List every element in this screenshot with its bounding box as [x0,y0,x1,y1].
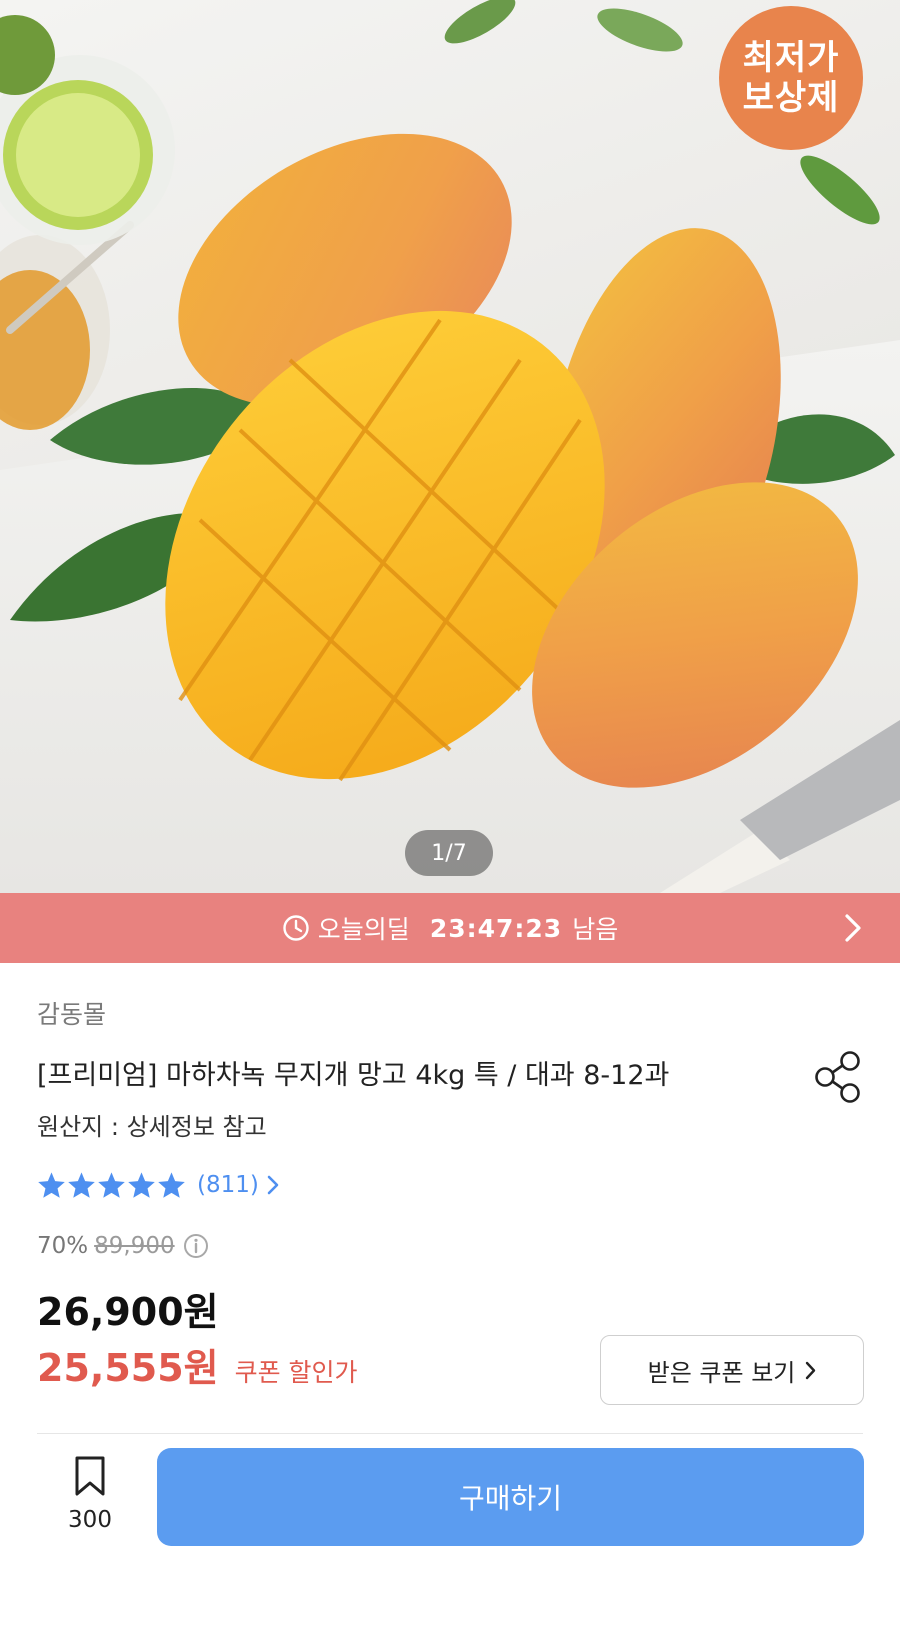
chevron-right-icon[interactable] [844,913,862,943]
original-price-row: 70% 89,900 [37,1233,209,1259]
bookmark-icon [75,1456,105,1496]
view-coupons-label: 받은 쿠폰 보기 [647,1358,796,1387]
product-image-carousel[interactable]: 최저가 보상제 1/7 [0,0,900,893]
coupon-price: 25,555원 [37,1346,219,1390]
origin-info: 원산지 : 상세정보 참고 [37,1113,267,1141]
view-coupons-button[interactable]: 받은 쿠폰 보기 [600,1335,864,1405]
star-rating [37,1171,187,1199]
star-icon [158,1172,185,1198]
image-pager: 1/7 [405,830,493,876]
star-icon [128,1172,155,1198]
info-icon[interactable] [183,1233,209,1259]
coupon-price-label: 쿠폰 할인가 [234,1358,358,1387]
bookmark-count: 300 [68,1507,112,1533]
bookmark-button[interactable]: 300 [55,1455,125,1545]
star-icon [98,1172,125,1198]
badge-line2: 보상제 [742,78,840,118]
review-count[interactable]: (811) [197,1172,259,1198]
deal-label: 오늘의딜 [317,915,410,944]
rating-summary[interactable]: (811) [37,1171,279,1199]
buy-button[interactable]: 구매하기 [157,1448,864,1546]
discount-rate: 70% [37,1233,89,1259]
deal-countdown: 23:47:23 [429,913,563,943]
product-title: [프리미엄] 마하차녹 무지개 망고 4kg 특 / 대과 8-12과 [37,1060,670,1091]
chevron-right-icon[interactable] [267,1175,279,1195]
bottom-divider [37,1433,863,1434]
badge-line1: 최저가 [742,38,840,78]
original-price: 89,900 [94,1233,175,1259]
deal-remaining-suffix: 남음 [572,915,619,944]
seller-name[interactable]: 감동몰 [37,995,106,1031]
sale-price: 26,900원 [37,1290,219,1334]
star-icon [38,1172,65,1198]
share-icon[interactable] [813,1051,863,1103]
coupon-price-row: 25,555원 쿠폰 할인가 [37,1337,358,1392]
today-deal-bar[interactable]: 오늘의딜 23:47:23 남음 [0,893,900,963]
star-icon [68,1172,95,1198]
clock-icon [283,915,309,941]
chevron-right-icon [806,1361,816,1379]
lowest-price-guarantee-badge: 최저가 보상제 [719,6,863,150]
